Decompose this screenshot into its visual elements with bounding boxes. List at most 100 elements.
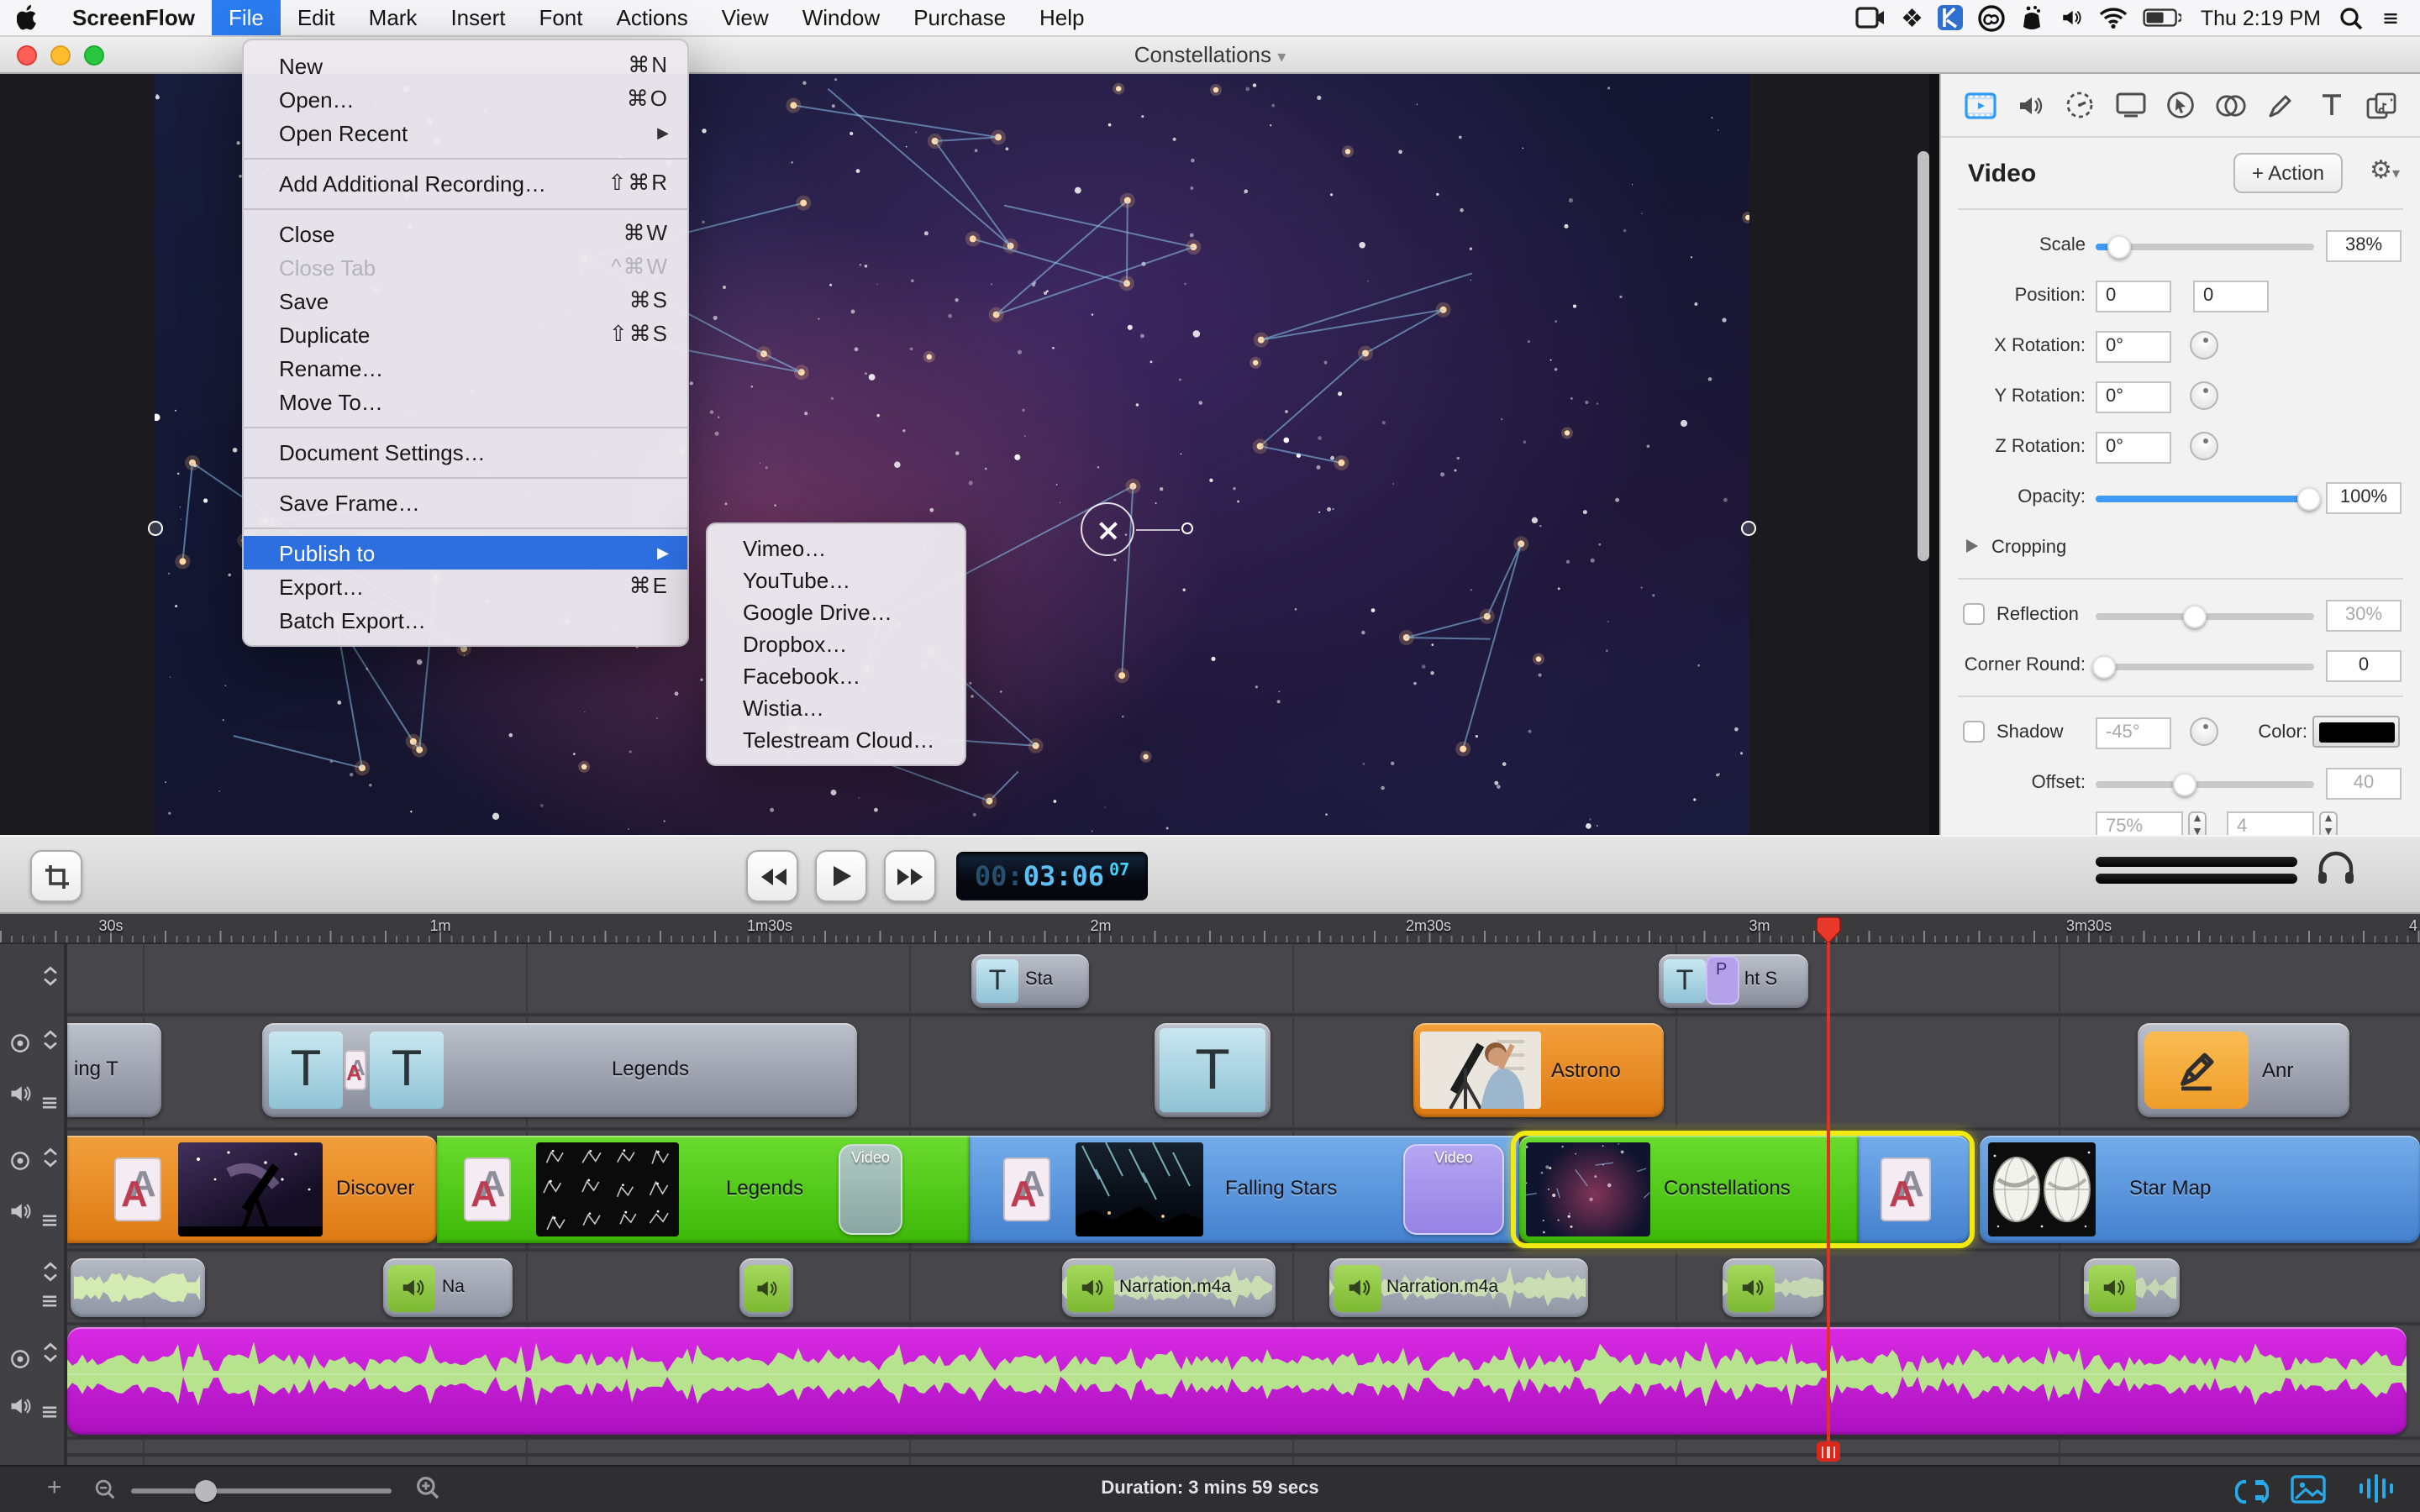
menu-item-purchase[interactable]: Purchase bbox=[897, 0, 1023, 35]
position-x-field[interactable]: 0 bbox=[2096, 281, 2171, 312]
title-clip-legends[interactable]: T AA T Legends bbox=[262, 1023, 857, 1117]
cropping-label[interactable]: Cropping bbox=[1991, 538, 2066, 558]
track-options-icon[interactable] bbox=[39, 1092, 60, 1114]
play-button[interactable] bbox=[815, 850, 867, 902]
playhead-line[interactable] bbox=[1827, 942, 1829, 1441]
menu-item-mark[interactable]: Mark bbox=[352, 0, 434, 35]
tab-text-properties[interactable] bbox=[2314, 88, 2348, 122]
menu-bar-clock[interactable]: Thu 2:19 PM bbox=[2197, 6, 2324, 29]
menu-item-help[interactable]: Help bbox=[1023, 0, 1102, 35]
menu-item-add-additional-recording[interactable]: Add Additional Recording…⇧⌘R bbox=[244, 166, 687, 200]
menu-item-font[interactable]: Font bbox=[522, 0, 599, 35]
opacity-value[interactable]: 100% bbox=[2326, 482, 2402, 514]
wifi-icon[interactable] bbox=[2100, 7, 2128, 29]
submenu-item-wistia[interactable]: Wistia… bbox=[708, 692, 965, 724]
z-rotation-dial[interactable] bbox=[2190, 432, 2218, 460]
opacity-slider[interactable] bbox=[2096, 496, 2314, 501]
menu-item-duplicate[interactable]: Duplicate⇧⌘S bbox=[244, 318, 687, 351]
track-visibility-icon[interactable] bbox=[8, 1032, 32, 1055]
menu-item-edit[interactable]: Edit bbox=[281, 0, 352, 35]
submenu-item-dropbox[interactable]: Dropbox… bbox=[708, 628, 965, 660]
menu-item-new[interactable]: New⌘N bbox=[244, 49, 687, 82]
notification-center-icon[interactable] bbox=[2378, 8, 2403, 28]
z-rotation-field[interactable]: 0° bbox=[2096, 432, 2171, 464]
menu-item-window[interactable]: Window bbox=[786, 0, 897, 35]
menu-item-actions[interactable]: Actions bbox=[600, 0, 705, 35]
track-collapse-icon[interactable] bbox=[39, 1341, 62, 1364]
tab-audio-properties[interactable] bbox=[2013, 88, 2047, 122]
tab-video-timing[interactable] bbox=[2064, 88, 2097, 122]
corner-round-value[interactable]: 0 bbox=[2326, 650, 2402, 682]
selection-rotate-handle[interactable] bbox=[1181, 522, 1193, 534]
menu-item-open-recent[interactable]: Open Recent▶ bbox=[244, 116, 687, 150]
offset-value[interactable]: 40 bbox=[2326, 768, 2402, 800]
menu-item-save-frame[interactable]: Save Frame… bbox=[244, 486, 687, 519]
menu-item-view[interactable]: View bbox=[705, 0, 786, 35]
menu-item-export[interactable]: Export…⌘E bbox=[244, 570, 687, 603]
track-mute-icon[interactable] bbox=[8, 1082, 32, 1105]
tab-transitions[interactable] bbox=[2214, 88, 2248, 122]
narration-clip[interactable]: Narration.m4a bbox=[1062, 1258, 1276, 1317]
reflection-value[interactable]: 30% bbox=[2326, 600, 2402, 632]
menu-item-rename[interactable]: Rename… bbox=[244, 351, 687, 385]
video-clip-legends[interactable]: AA Legends Video bbox=[437, 1136, 970, 1243]
submenu-item-youtube[interactable]: YouTube… bbox=[708, 564, 965, 596]
x-rotation-field[interactable]: 0° bbox=[2096, 331, 2171, 363]
caption-clip[interactable]: T P ht S bbox=[1659, 954, 1808, 1008]
waveforms-toggle-icon[interactable] bbox=[2356, 1473, 2396, 1504]
menu-item-batch-export[interactable]: Batch Export… bbox=[244, 603, 687, 637]
volume-icon[interactable] bbox=[2060, 7, 2085, 29]
position-y-field[interactable]: 0 bbox=[2193, 281, 2269, 312]
gear-menu-button[interactable]: ⚙▾ bbox=[2370, 155, 2400, 185]
reflection-slider[interactable] bbox=[2096, 613, 2314, 619]
menu-item-publish-to[interactable]: Publish to▶ bbox=[244, 536, 687, 570]
track-options-icon[interactable] bbox=[39, 1401, 60, 1423]
tab-video-properties[interactable] bbox=[1963, 88, 1996, 122]
shadow-angle-field[interactable]: -45° bbox=[2096, 717, 2171, 749]
ink-app-icon[interactable] bbox=[2021, 4, 2044, 31]
snapping-magnet-icon[interactable] bbox=[2235, 1475, 2269, 1505]
narration-clip[interactable]: Na bbox=[383, 1258, 513, 1317]
apple-menu[interactable] bbox=[0, 0, 55, 35]
track-collapse-icon[interactable] bbox=[39, 1146, 62, 1169]
tab-callout[interactable] bbox=[2164, 88, 2197, 122]
shadow-checkbox[interactable] bbox=[1963, 721, 1985, 743]
menu-item-move-to[interactable]: Move To… bbox=[244, 385, 687, 418]
submenu-item-facebook[interactable]: Facebook… bbox=[708, 660, 965, 692]
menu-item-close[interactable]: Close⌘W bbox=[244, 217, 687, 250]
reflection-checkbox[interactable] bbox=[1963, 603, 1985, 625]
headphones-icon[interactable] bbox=[2316, 850, 2356, 887]
track-options-icon[interactable] bbox=[39, 1290, 60, 1312]
shadow-angle-dial[interactable] bbox=[2190, 717, 2218, 746]
menu-item-save[interactable]: Save⌘S bbox=[244, 284, 687, 318]
timeline-ruler[interactable]: 30s 1m 1m30s 2m 2m30s 3m 3m30s 4 bbox=[0, 914, 2420, 944]
nested-video-badge[interactable]: Video bbox=[1403, 1144, 1504, 1235]
app-menu-screenflow[interactable]: ScreenFlow bbox=[55, 0, 212, 35]
submenu-item-google-drive[interactable]: Google Drive… bbox=[708, 596, 965, 628]
track-collapse-icon[interactable] bbox=[39, 1260, 62, 1284]
track-mute-icon[interactable] bbox=[8, 1394, 32, 1418]
tab-media-library[interactable] bbox=[2365, 88, 2398, 122]
track-collapse-icon[interactable] bbox=[39, 1028, 62, 1052]
tab-annotations[interactable] bbox=[2265, 88, 2298, 122]
tab-screen-recording[interactable] bbox=[2113, 88, 2147, 122]
resize-handle-left[interactable] bbox=[148, 521, 163, 536]
thumbnails-toggle-icon[interactable] bbox=[2291, 1475, 2326, 1504]
inspector-scrollbar[interactable] bbox=[1918, 151, 1929, 561]
title-clip-annotations[interactable]: Anr bbox=[2138, 1023, 2349, 1117]
dropbox-icon[interactable]: ❖ bbox=[1901, 3, 1923, 33]
creative-cloud-icon[interactable] bbox=[1979, 4, 2006, 31]
submenu-item-vimeo[interactable]: Vimeo… bbox=[708, 533, 965, 564]
battery-icon[interactable] bbox=[2144, 8, 2182, 27]
y-rotation-field[interactable]: 0° bbox=[2096, 381, 2171, 413]
keka-icon[interactable] bbox=[1939, 5, 1964, 30]
narration-clip[interactable] bbox=[71, 1258, 205, 1317]
purple-overlay-clip[interactable]: P bbox=[1706, 956, 1739, 1005]
crop-mode-button[interactable] bbox=[30, 850, 82, 902]
nested-video-badge[interactable]: Video bbox=[839, 1144, 902, 1235]
add-action-button[interactable]: + Action bbox=[2233, 153, 2343, 193]
track-collapse-icon[interactable] bbox=[39, 964, 62, 988]
spotlight-search-icon[interactable] bbox=[2339, 6, 2363, 29]
scale-value[interactable]: 38% bbox=[2326, 230, 2402, 262]
video-clip-discover[interactable]: AA Discover bbox=[67, 1136, 437, 1243]
